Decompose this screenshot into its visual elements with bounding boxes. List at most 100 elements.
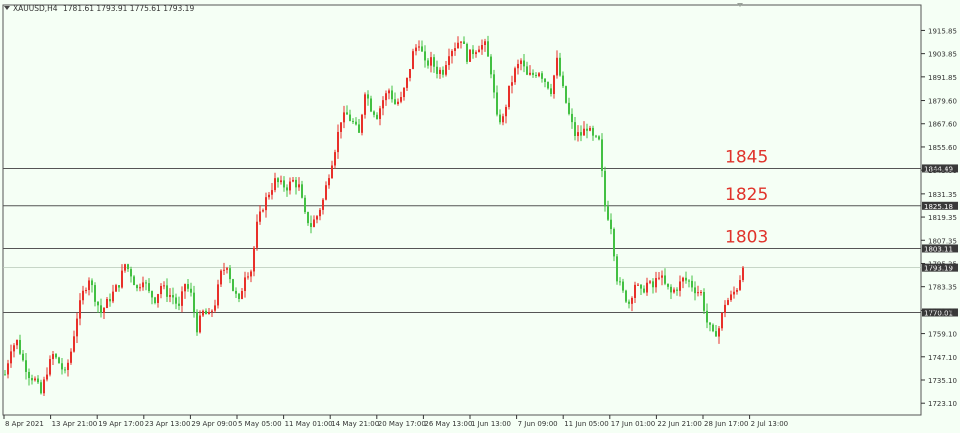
- candle-body: [694, 287, 696, 294]
- candle-body: [706, 310, 708, 323]
- candle-body: [724, 304, 726, 313]
- candle-body: [490, 56, 492, 75]
- candle: [601, 133, 603, 178]
- candle-body: [49, 359, 51, 375]
- candle-body: [502, 116, 504, 123]
- y-tick-label: 1879.60: [928, 98, 957, 106]
- candle-body: [103, 307, 105, 313]
- candle-body: [364, 94, 366, 115]
- x-tick-label: 20 May 17:00: [378, 420, 426, 428]
- candle-body: [469, 49, 471, 62]
- candle-body: [409, 68, 411, 78]
- candle-body: [160, 286, 162, 295]
- candle-body: [88, 280, 90, 291]
- y-tick-label: 1831.35: [928, 191, 957, 199]
- candle-body: [100, 305, 102, 313]
- candle-body: [517, 63, 519, 69]
- level-price-label: 1803.11: [924, 245, 953, 253]
- candle-body: [301, 184, 303, 198]
- candle: [514, 66, 516, 85]
- candle-body: [337, 131, 339, 153]
- candle-body: [97, 301, 99, 306]
- candle: [508, 85, 510, 110]
- candle-body: [727, 300, 729, 305]
- candle-body: [715, 331, 717, 337]
- candle: [58, 356, 60, 364]
- x-tick-label: 8 Apr 2021: [5, 420, 44, 428]
- chart-background: [0, 0, 960, 429]
- candle-body: [64, 369, 66, 371]
- candle-body: [634, 284, 636, 298]
- candle-body: [679, 281, 681, 291]
- price-chart-svg: 1844.491825.181803.111770.011793.19 1915…: [0, 0, 960, 429]
- candle-body: [730, 294, 732, 301]
- candle-body: [70, 351, 72, 363]
- candle-body: [244, 277, 246, 292]
- candle: [616, 253, 618, 285]
- y-tick-label: 1819.35: [928, 214, 957, 222]
- candle-body: [424, 51, 426, 61]
- candle-body: [31, 378, 33, 381]
- candle-body: [61, 363, 63, 370]
- candle-body: [592, 127, 594, 136]
- x-tick-label: 19 Apr 17:00: [98, 420, 144, 428]
- candle-body: [598, 136, 600, 140]
- candle-body: [577, 132, 579, 136]
- candle-body: [277, 178, 279, 183]
- candle-body: [241, 291, 243, 299]
- y-tick-label: 1795.35: [928, 260, 957, 268]
- candle-body: [439, 69, 441, 74]
- candle-body: [40, 382, 42, 394]
- candle-body: [127, 264, 129, 270]
- price-chart[interactable]: 1844.49 1825.18 1803.11 1770.01 1793.19 1915…: [0, 0, 960, 429]
- candle-body: [43, 379, 45, 394]
- candle-body: [511, 82, 513, 86]
- candle-body: [433, 57, 435, 67]
- candle-body: [142, 282, 144, 288]
- candle-body: [352, 120, 354, 122]
- candle-body: [616, 256, 618, 282]
- candle-body: [532, 72, 534, 75]
- candle: [469, 49, 471, 63]
- candle-body: [661, 275, 663, 278]
- candle-body: [499, 114, 501, 123]
- candle: [43, 376, 45, 396]
- candle-body: [34, 378, 36, 381]
- candle-body: [526, 66, 528, 75]
- candle-body: [367, 94, 369, 99]
- y-tick-label: 1891.85: [928, 74, 957, 82]
- candle-body: [67, 362, 69, 370]
- candle-body: [229, 268, 231, 280]
- candle-body: [28, 371, 30, 379]
- candle-body: [535, 74, 537, 77]
- candle-body: [370, 98, 372, 112]
- candle-body: [736, 289, 738, 292]
- candle-body: [733, 291, 735, 295]
- x-tick-label: 26 May 13:00: [424, 420, 472, 428]
- candle-body: [178, 303, 180, 306]
- candle-body: [121, 270, 123, 288]
- candle-body: [148, 283, 150, 292]
- candle-body: [604, 170, 606, 207]
- candle-body: [382, 100, 384, 109]
- candle-body: [82, 290, 84, 301]
- candle-body: [397, 101, 399, 105]
- candle-body: [52, 354, 54, 360]
- candle-body: [280, 180, 282, 183]
- candle-body: [328, 178, 330, 186]
- candle-body: [7, 363, 9, 375]
- candle-body: [4, 374, 6, 376]
- candle-body: [565, 86, 567, 103]
- candle-body: [418, 46, 420, 48]
- candle-body: [583, 128, 585, 136]
- candle-body: [256, 221, 258, 248]
- candle-body: [91, 280, 93, 286]
- candle-body: [460, 41, 462, 43]
- candle-body: [697, 292, 699, 294]
- candle-body: [403, 87, 405, 98]
- candle-body: [295, 179, 297, 188]
- candle-body: [55, 354, 57, 358]
- y-tick-label: 1915.85: [928, 27, 957, 35]
- x-tick-label: 23 Apr 13:00: [145, 420, 191, 428]
- candle-body: [259, 211, 261, 222]
